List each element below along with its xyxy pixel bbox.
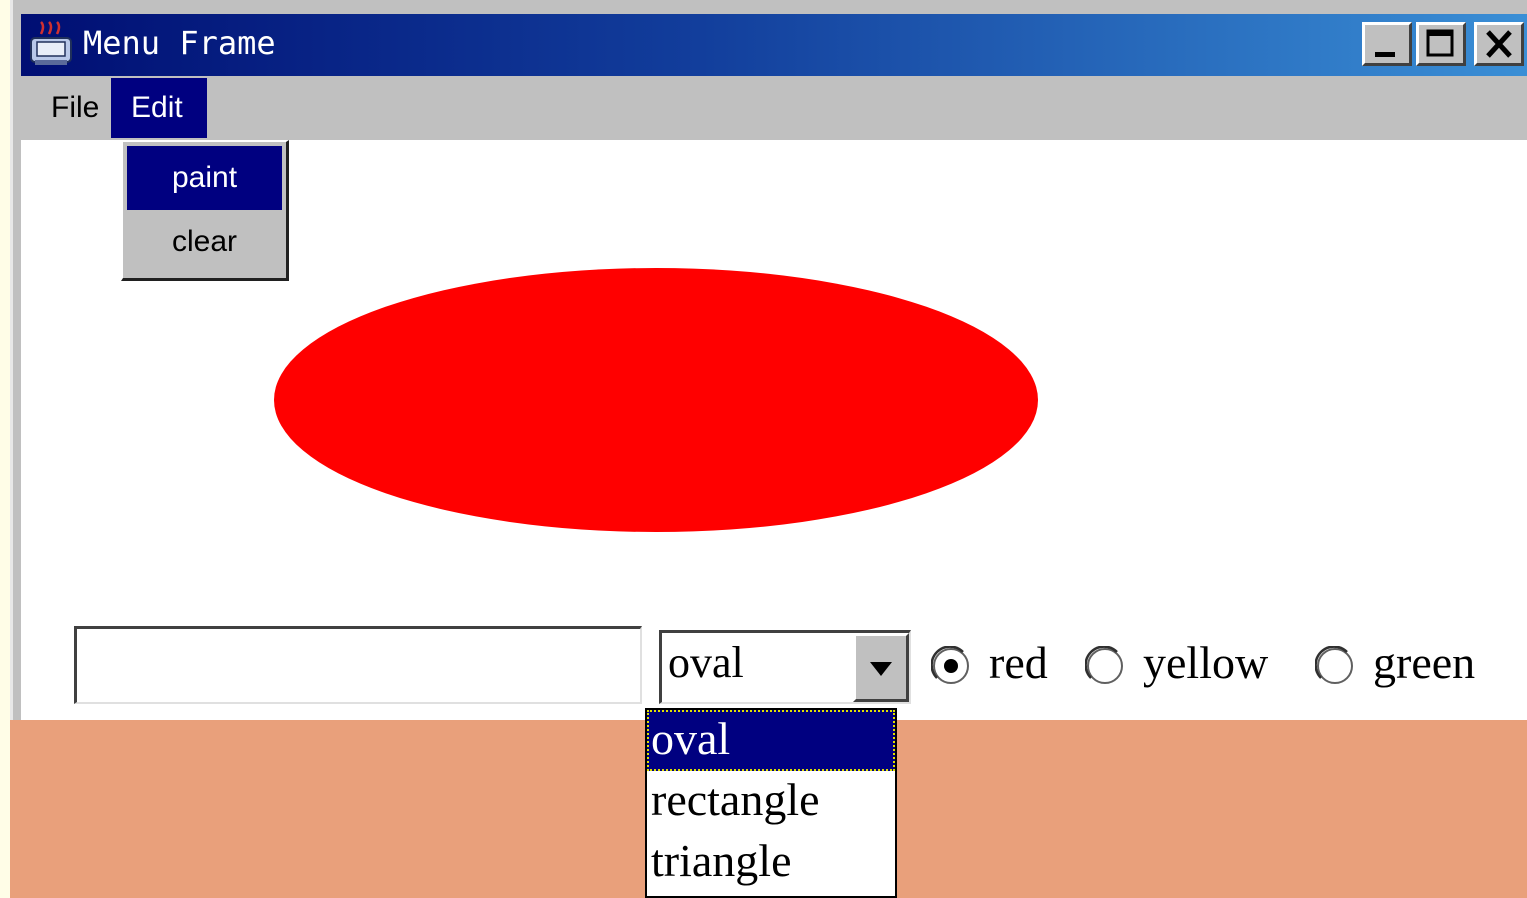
radio-unchecked-icon [1085, 646, 1123, 684]
menu-edit[interactable]: Edit [111, 78, 207, 138]
minimize-icon [1375, 52, 1395, 57]
edit-menu-dropdown: paint clear [121, 140, 289, 281]
radio-green-label: green [1373, 637, 1476, 688]
close-icon [1486, 30, 1512, 58]
menu-bar: File Edit [21, 76, 1527, 140]
radio-checked-icon [931, 646, 969, 684]
close-button[interactable] [1474, 22, 1524, 66]
menu-item-clear[interactable]: clear [127, 210, 282, 274]
window-title: Menu Frame [83, 24, 276, 62]
menu-file[interactable]: File [31, 78, 119, 138]
shape-select-value: oval [668, 638, 744, 687]
radio-red-label: red [989, 637, 1048, 688]
controls-panel: oval red yellow green [21, 612, 1527, 720]
title-bar[interactable]: Menu Frame [21, 14, 1527, 76]
dropdown-option-triangle[interactable]: triangle [647, 832, 895, 893]
dropdown-option-rectangle[interactable]: rectangle [647, 771, 895, 832]
shape-select[interactable]: oval [659, 630, 911, 704]
maximize-icon [1426, 29, 1454, 57]
menu-item-paint[interactable]: paint [127, 146, 282, 210]
minimize-button[interactable] [1362, 22, 1412, 66]
radio-yellow-label: yellow [1143, 637, 1269, 688]
radio-unchecked-icon [1315, 646, 1353, 684]
java-cup-icon[interactable] [27, 20, 75, 68]
shape-select-dropdown-button[interactable] [853, 633, 909, 702]
chevron-down-icon [870, 662, 892, 676]
shape-dropdown-list: oval rectangle triangle [645, 708, 897, 898]
maximize-button[interactable] [1416, 22, 1466, 66]
text-field[interactable] [74, 626, 642, 704]
dropdown-option-oval[interactable]: oval [647, 710, 895, 771]
